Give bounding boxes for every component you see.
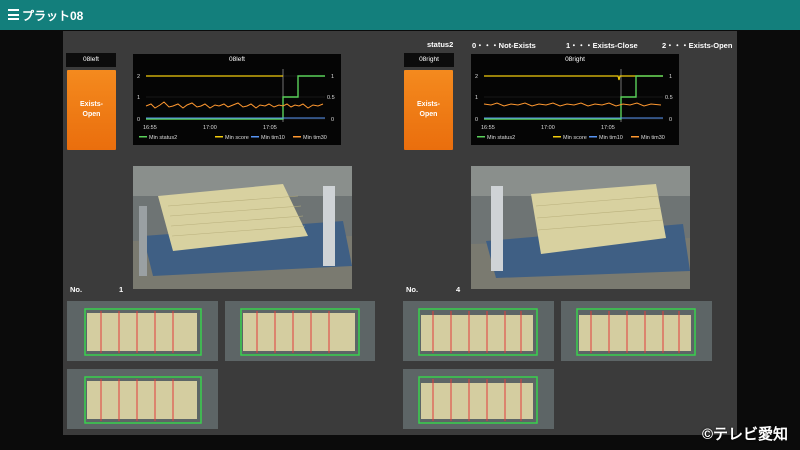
left-no-label: No. <box>70 285 83 294</box>
left-timeseries-chart: 08left 2 1 0 1 0.5 0 16:55 17:00 17:05 M… <box>133 54 341 145</box>
left-camera-feed <box>133 166 352 289</box>
right-timeseries-chart: 08right 2 1 0 1 0.5 0 16:55 17:00 17:05 … <box>471 54 679 145</box>
right-series-status2 <box>484 75 663 120</box>
left-y-tick-2: 2 <box>137 74 140 80</box>
left-series-status2 <box>146 75 325 120</box>
right-x-tick-1705: 17:05 <box>601 125 615 131</box>
app-header: プラット08 <box>0 0 800 30</box>
page-title: プラット08 <box>22 9 84 23</box>
broadcaster-watermark: ©テレビ愛知 <box>701 426 788 443</box>
left-y2-tick-0: 0 <box>331 117 334 123</box>
right-detection-thumb-3 <box>403 369 554 429</box>
left-legend-tim30: Min tim30 <box>303 135 327 141</box>
right-y2-tick-05: 0.5 <box>665 95 673 101</box>
left-y-tick-1: 1 <box>137 95 140 101</box>
right-detection-thumb-1 <box>403 301 554 361</box>
left-chart-plot: 2 1 0 1 0.5 0 16:55 17:00 17:05 Min stat… <box>137 69 335 141</box>
right-y-tick-1: 1 <box>475 95 478 101</box>
right-x-tick-1655: 16:55 <box>481 125 495 131</box>
right-y2-tick-0: 0 <box>669 117 672 123</box>
left-no-value: 1 <box>119 285 124 294</box>
left-y-tick-0: 0 <box>137 117 140 123</box>
left-status-box: Exists-Open <box>67 70 116 150</box>
left-detection-thumb-2 <box>225 301 375 361</box>
left-x-tick-1705: 17:05 <box>263 125 277 131</box>
left-side-label: 08left <box>66 53 116 67</box>
right-y-tick-2: 2 <box>475 74 478 80</box>
right-legend-tim10: Min tim10 <box>599 135 623 141</box>
left-legend-status2: Min status2 <box>149 135 177 141</box>
right-no-value: 4 <box>456 285 461 294</box>
left-status-text: Exists-Open <box>80 101 103 118</box>
right-series-tim30 <box>483 102 662 107</box>
right-y-tick-0: 0 <box>475 117 478 123</box>
right-chart-plot: 2 1 0 1 0.5 0 16:55 17:00 17:05 Min stat… <box>475 69 673 141</box>
right-status-box: Exists-Open <box>404 70 453 150</box>
left-detection-thumb-1 <box>67 301 218 361</box>
status-legend-label: status2 <box>427 40 454 49</box>
right-detection-thumb-2 <box>561 301 712 361</box>
status-legend-item-2: 2・・・Exists-Open <box>662 41 733 50</box>
right-legend-status2: Min status2 <box>487 135 515 141</box>
left-x-tick-1700: 17:00 <box>203 125 217 131</box>
left-detection-thumb-3 <box>67 369 218 429</box>
left-legend-tim10: Min tim10 <box>261 135 285 141</box>
right-legend-score: Min score <box>563 135 587 141</box>
status-legend-item-1: 1・・・Exists-Close <box>566 41 638 50</box>
left-y2-tick-05: 0.5 <box>327 95 335 101</box>
right-side-label: 08right <box>404 53 454 67</box>
left-legend-score: Min score <box>225 135 249 141</box>
right-x-tick-1700: 17:00 <box>541 125 555 131</box>
right-no-label: No. <box>406 285 419 294</box>
right-legend-tim30: Min tim30 <box>641 135 665 141</box>
right-status-text: Exists-Open <box>417 101 440 118</box>
menu-icon[interactable] <box>8 9 19 20</box>
left-series-tim30 <box>145 101 324 109</box>
right-y2-tick-1: 1 <box>669 74 672 80</box>
right-camera-feed <box>471 166 690 289</box>
left-y2-tick-1: 1 <box>331 74 334 80</box>
status-legend-item-0: 0・・・Not-Exists <box>472 41 536 50</box>
left-x-tick-1655: 16:55 <box>143 125 157 131</box>
